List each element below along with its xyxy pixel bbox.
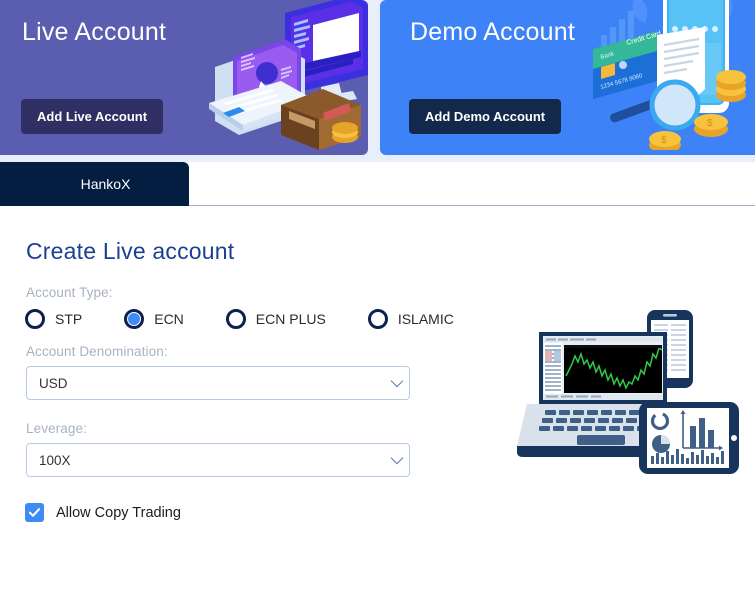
tab-hankox[interactable]: HankoX bbox=[0, 162, 189, 206]
account-denomination-value: USD bbox=[39, 375, 68, 391]
account-denomination-label: Account Denomination: bbox=[26, 344, 168, 359]
leverage-value: 100X bbox=[39, 452, 71, 468]
radio-label: ISLAMIC bbox=[397, 311, 454, 327]
radio-label: STP bbox=[55, 311, 83, 327]
radio-icon bbox=[225, 309, 246, 329]
radio-icon bbox=[25, 309, 45, 329]
radio-option-stp[interactable]: STP bbox=[25, 309, 82, 329]
add-live-account-button[interactable]: Add Live Account bbox=[21, 99, 164, 134]
page-root: Live Account Add Live Account 1234 5678 … bbox=[0, 0, 755, 604]
chevron-down-icon bbox=[390, 374, 404, 388]
leverage-select[interactable]: 100X bbox=[26, 443, 410, 477]
demo-account-card[interactable]: 1234 5678 9080 Bank Credit Card $ $ Demo… bbox=[380, 0, 755, 155]
account-type-label: Account Type: bbox=[26, 285, 113, 300]
live-account-title: Live Account bbox=[22, 18, 167, 46]
chevron-down-icon bbox=[390, 451, 404, 465]
leverage-label: Leverage: bbox=[26, 421, 87, 436]
radio-option-ecn-plus[interactable]: ECN PLUS bbox=[225, 309, 326, 329]
create-account-panel: Create Live account Account Type: STP EC… bbox=[0, 206, 755, 604]
radio-option-islamic[interactable]: ISLAMIC bbox=[367, 309, 454, 329]
live-account-card[interactable]: Live Account Add Live Account bbox=[0, 0, 368, 155]
tab-strip: HankoX bbox=[0, 162, 755, 206]
radio-option-ecn[interactable]: ECN bbox=[124, 309, 184, 329]
account-cards-row: Live Account Add Live Account 1234 5678 … bbox=[0, 0, 755, 162]
account-type-radio-group: STP ECN ECN PLUS ISLAMIC bbox=[25, 309, 454, 329]
radio-label: ECN bbox=[154, 311, 184, 327]
radio-label: ECN PLUS bbox=[255, 311, 326, 327]
radio-icon-selected bbox=[124, 309, 145, 329]
trading-devices-illustration bbox=[505, 304, 745, 489]
demo-account-illustration: 1234 5678 9080 Bank Credit Card $ $ bbox=[565, 0, 755, 155]
page-title: Create Live account bbox=[26, 238, 235, 264]
allow-copy-trading-checkbox[interactable]: Allow Copy Trading bbox=[25, 503, 181, 522]
demo-account-title: Demo Account bbox=[410, 18, 575, 46]
allow-copy-trading-label: Allow Copy Trading bbox=[56, 504, 181, 521]
tab-label: HankoX bbox=[80, 176, 131, 192]
live-account-illustration bbox=[193, 0, 368, 155]
checkmark-icon bbox=[25, 503, 44, 522]
account-denomination-select[interactable]: USD bbox=[26, 366, 410, 400]
add-demo-account-button[interactable]: Add Demo Account bbox=[409, 99, 562, 134]
svg-text:$: $ bbox=[707, 118, 713, 129]
svg-text:$: $ bbox=[661, 135, 667, 146]
radio-icon bbox=[367, 309, 388, 329]
